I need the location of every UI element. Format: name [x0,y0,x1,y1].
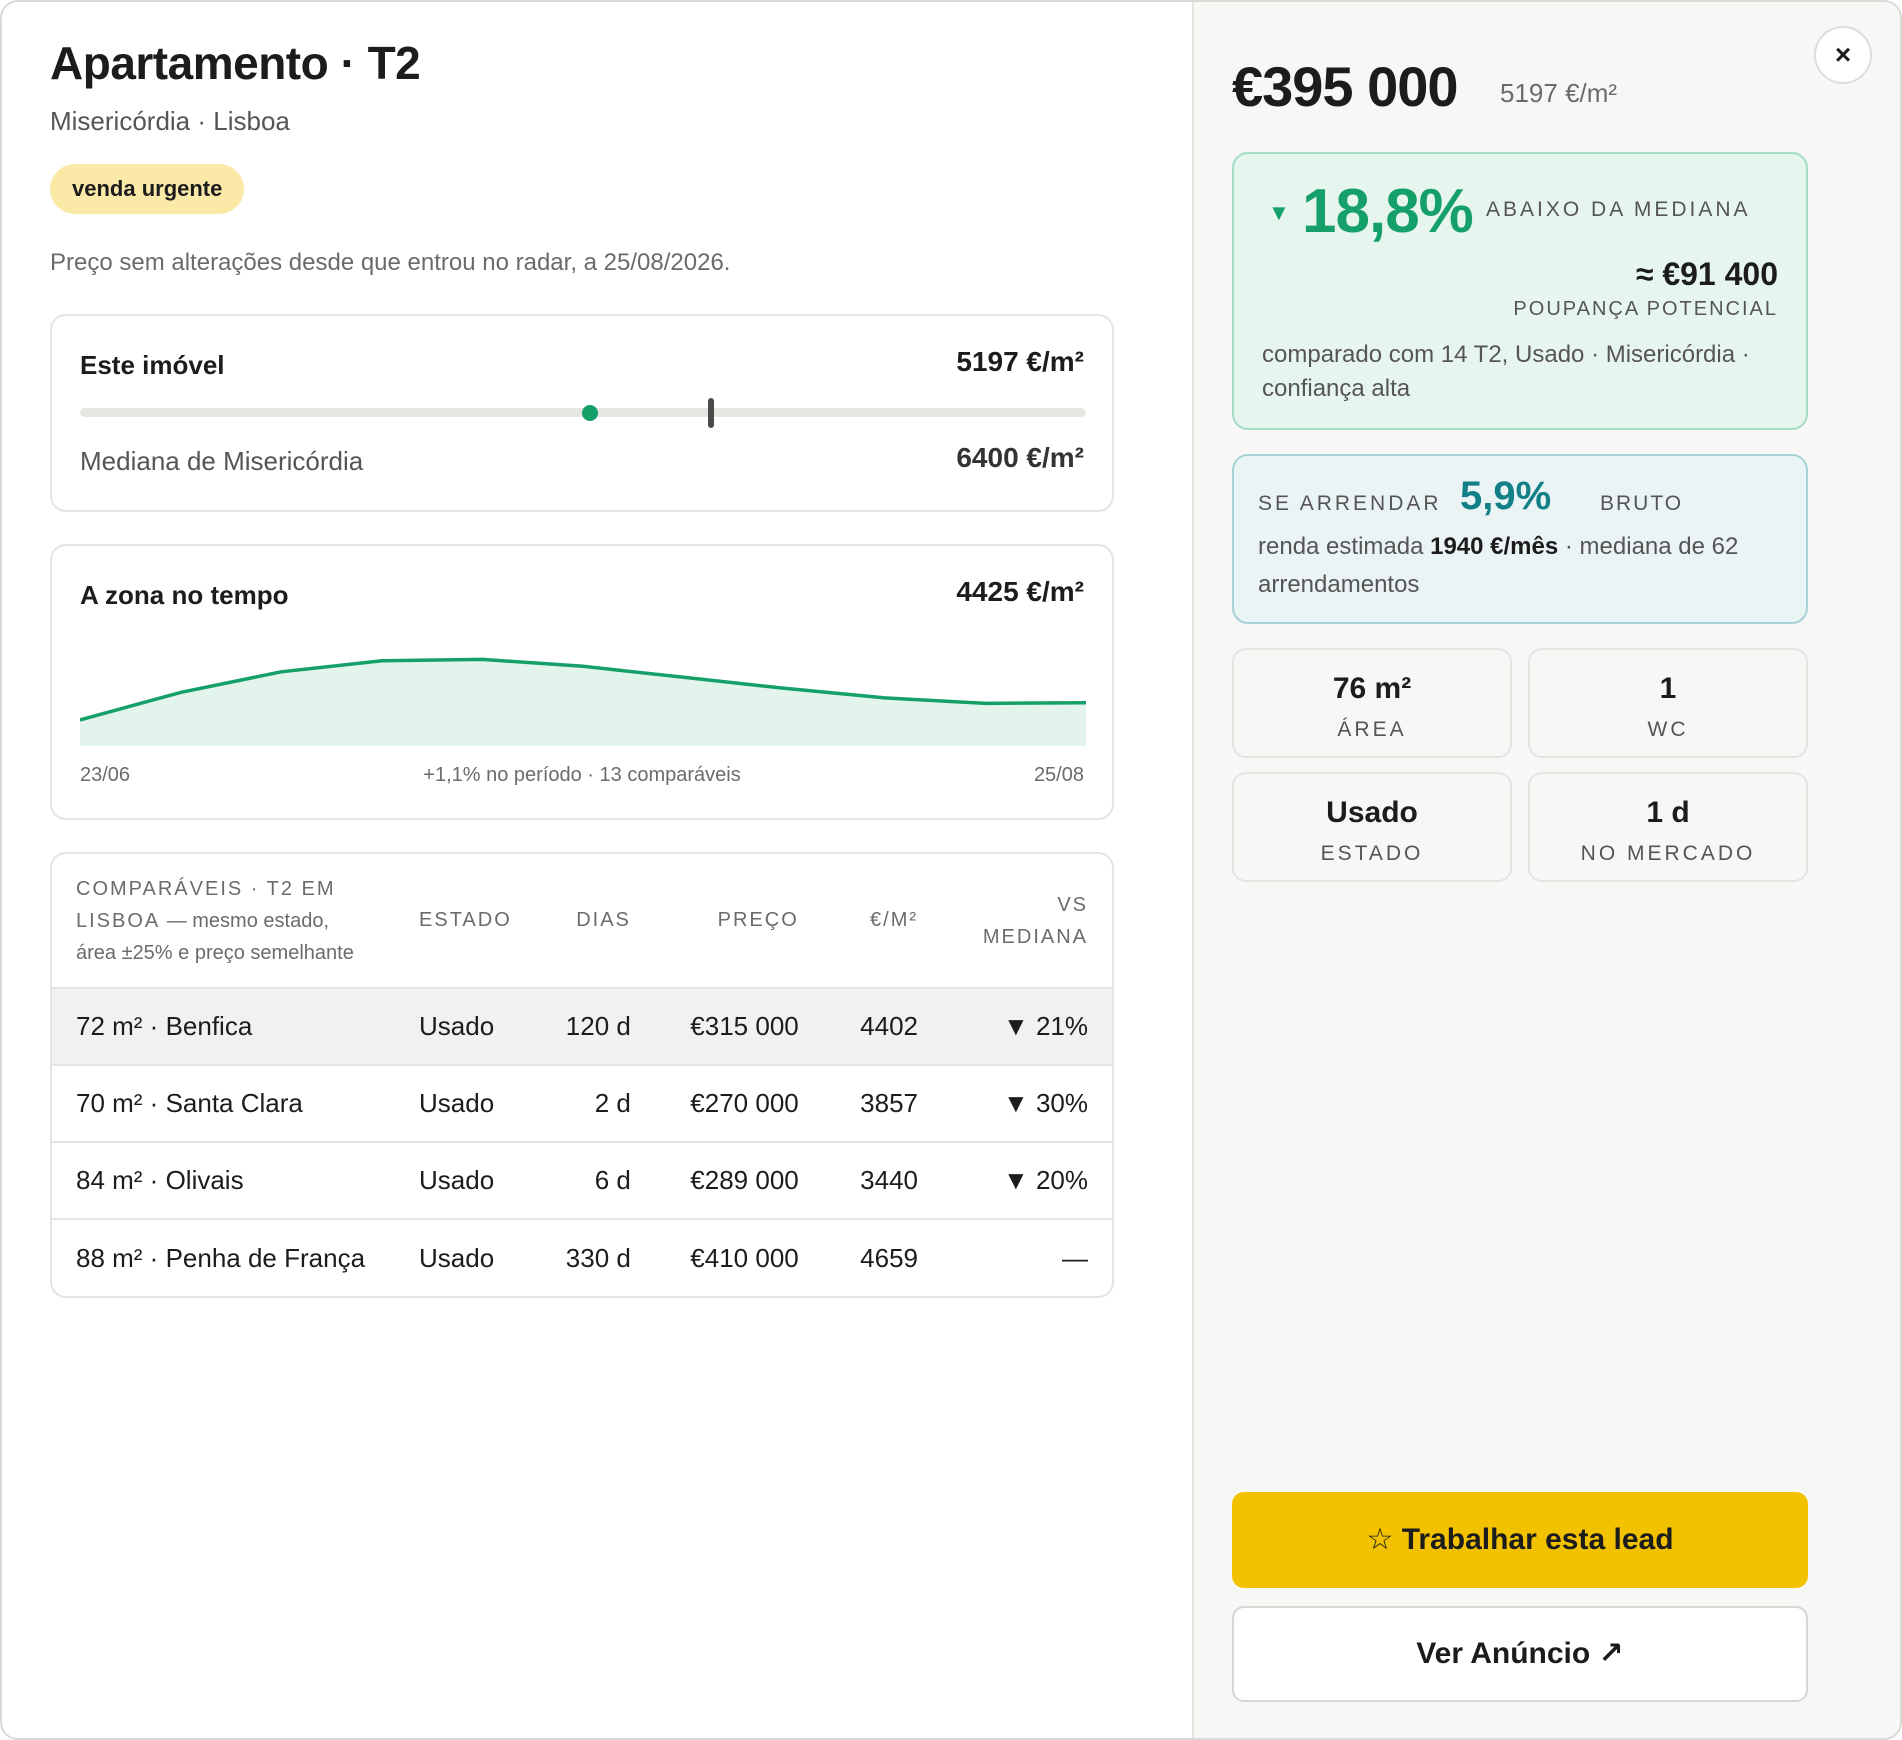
comp-estado: Usado [395,988,536,1066]
listing-main-panel: Apartamento · T2 Misericórdia · Lisboa v… [2,2,1192,1738]
comp-vs: ▼ 21% [942,988,1112,1066]
stat-label: Área [1337,718,1407,741]
comp-ppm: 3440 [822,1142,943,1220]
table-row[interactable]: 70 m² · Santa Clara Usado 2 d €270 000 3… [52,1065,1112,1143]
comp-preco: €410 000 [690,1242,799,1273]
stat-days-on-market: 1 d No mercado [1528,772,1808,882]
rent-amount: 1940 €/mês [1430,533,1559,560]
comp-name: 84 m² · Olivais [52,1142,396,1220]
rental-yield: 5,9% [1460,474,1552,518]
rental-estimate-text: renda estimada 1940 €/mês · mediana de 6… [1258,528,1798,604]
comp-ppm: 3857 [822,1065,943,1143]
col-header-dias[interactable]: Dias [535,854,655,989]
stat-estado: Usado Estado [1232,772,1512,882]
potential-savings-label: poupança potencial [1513,298,1778,320]
work-lead-button[interactable]: ☆ Trabalhar esta lead [1232,1492,1808,1588]
view-listing-button[interactable]: Ver Anúncio ↗ [1232,1606,1808,1702]
comp-dias: 6 d [535,1142,655,1220]
median-label: Mediana de Misericórdia [80,446,364,476]
stat-label: WC [1647,718,1689,741]
stat-area: 76 m² Área [1232,648,1512,758]
this-property-marker [582,405,598,421]
comp-name: 88 m² · Penha de França [76,1242,366,1273]
comp-estado: Usado [395,1065,536,1143]
zone-trend-value: 4425 €/m² [956,576,1084,607]
comp-name: 72 m² · Benfica [52,988,396,1066]
comp-vs: ▼ 30% [942,1065,1112,1143]
zone-trend-card: A zona no tempo 4425 €/m² 23/06 +1,1% no… [50,544,1114,820]
table-row[interactable]: 72 m² · Benfica Usado 120 d €315 000 440… [52,988,1112,1066]
col-header-vs-mediana[interactable]: vs mediana [942,854,1112,989]
comparables-card: Comparáveis · T2 em Lisboa — mesmo estad… [50,852,1114,1298]
listing-detail-modal: Apartamento · T2 Misericórdia · Lisboa v… [0,0,1902,1740]
stat-wc: 1 WC [1528,648,1808,758]
comp-estado: Usado [395,1142,536,1220]
table-header-row: Comparáveis · T2 em Lisboa — mesmo estad… [52,854,1112,989]
comp-name: 70 m² · Santa Clara [52,1065,396,1143]
comp-preco: €270 000 [654,1065,823,1143]
col-header-estado[interactable]: Estado [395,854,536,989]
zone-trend-chart [80,657,1086,746]
this-property-label: Este imóvel [80,350,225,380]
stat-value: 76 m² [1332,672,1412,705]
stat-value: Usado [1326,796,1418,829]
col-header-comparables: Comparáveis · T2 em Lisboa — mesmo estad… [52,854,396,989]
comp-vs: ▼ 20% [942,1142,1112,1220]
discount-percent: 18,8% [1302,177,1474,246]
table-row[interactable]: 88 m² · Penha de França Usado 330 d €410… [52,1219,1112,1296]
discount-card: ▼ 18,8% abaixo da mediana ≈ €91 400 poup… [1232,152,1808,430]
comp-dias: 120 d [535,988,655,1066]
median-marker [708,398,714,428]
price-per-m2: 5197 €/m² [1500,78,1618,108]
discount-label: abaixo da mediana [1486,198,1751,221]
col-header-preco[interactable]: Preço [654,854,823,989]
comp-preco: €315 000 [654,988,823,1066]
stat-label: Estado [1320,842,1424,865]
table-row[interactable]: 84 m² · Olivais Usado 6 d €289 000 3440 … [52,1142,1112,1220]
comparables-table: Comparáveis · T2 em Lisboa — mesmo estad… [52,854,1112,1296]
zone-trend-title: A zona no tempo [80,580,289,610]
rental-gross-label: bruto [1600,492,1684,515]
stat-value: 1 d [1646,796,1690,829]
close-icon[interactable]: × [1814,26,1872,84]
this-property-value: 5197 €/m² [956,346,1084,377]
listing-price: €395 000 [1232,55,1459,118]
summary-panel: × €395 000 5197 €/m² ▼ 18,8% abaixo da m… [1192,2,1900,1738]
stat-value: 1 [1659,672,1677,705]
x-axis-end: 25/08 [1033,764,1084,786]
trend-caption: +1,1% no período · 13 comparáveis [423,764,741,786]
comparison-basis: comparado com 14 T2, Usado · Misericórdi… [1262,341,1750,402]
rental-label: se arrendar [1258,492,1442,515]
comp-vs: — [1062,1242,1088,1273]
location-subtitle: Misericórdia · Lisboa [50,106,290,136]
col-header-ppm[interactable]: €/m² [822,854,943,989]
comp-ppm: 4402 [822,988,943,1066]
comp-preco: €289 000 [654,1142,823,1220]
rental-yield-card: se arrendar 5,9% bruto renda estimada 19… [1232,454,1808,624]
comp-dias: 2 d [535,1065,655,1143]
price-comparison-card: Este imóvel 5197 €/m² Mediana de Miseric… [50,314,1114,512]
price-history-note: Preço sem alterações desde que entrou no… [50,249,731,276]
comp-ppm: 4659 [860,1242,919,1273]
page-title: Apartamento · T2 [50,37,421,89]
rent-text-pre: renda estimada [1258,533,1431,560]
trend-area [80,659,1086,746]
status-badge: venda urgente [50,164,245,214]
median-value: 6400 €/m² [956,442,1084,473]
triangle-down-icon: ▼ [1268,200,1290,225]
comp-estado: Usado [419,1242,495,1273]
stat-label: No mercado [1580,842,1756,865]
comp-dias: 330 d [565,1242,631,1273]
potential-savings: ≈ €91 400 [1635,256,1778,292]
